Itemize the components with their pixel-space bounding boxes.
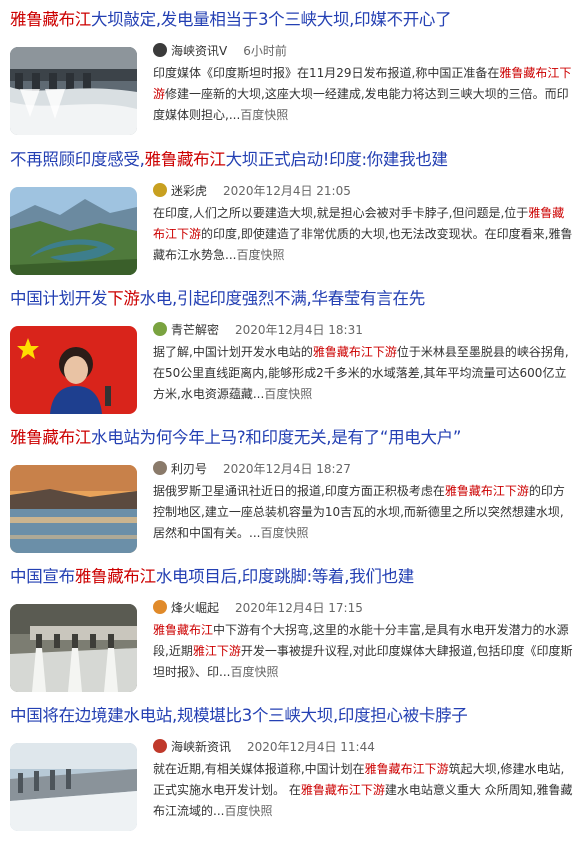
abstract-highlight: 雅鲁藏布江下游 xyxy=(444,484,529,498)
cache-link[interactable]: 百度快照 xyxy=(264,387,312,401)
result-title-link[interactable]: 雅鲁藏布江水电站为何今年上马?和印度无关,是有了“用电大户” xyxy=(10,426,461,450)
result-thumbnail[interactable] xyxy=(10,604,137,692)
abstract-highlight: 雅鲁藏布江下游 xyxy=(364,762,449,776)
result-source: 利刃号 2020年12月4日 18:27 xyxy=(153,459,351,479)
source-name[interactable]: 迷彩虎 xyxy=(171,184,207,198)
source-avatar-icon xyxy=(153,739,167,753)
result-source: 青芒解密 2020年12月4日 18:31 xyxy=(153,320,363,340)
cache-link[interactable]: 百度快照 xyxy=(260,526,308,540)
result-title-link[interactable]: 中国宣布雅鲁藏布江水电项目后,印度跳脚:等着,我们也建 xyxy=(10,565,414,589)
result-source: 迷彩虎 2020年12月4日 21:05 xyxy=(153,181,351,201)
result-thumbnail[interactable] xyxy=(10,47,137,135)
search-result: 雅鲁藏布江水电站为何今年上马?和印度无关,是有了“用电大户” 利刃号 2020年1… xyxy=(0,426,587,565)
search-result: 雅鲁藏布江大坝敲定,发电量相当于3个三峡大坝,印媒不开心了 海峡资讯V 6小时前 … xyxy=(0,8,587,147)
source-date: 6小时前 xyxy=(243,44,287,58)
abstract-text: 在印度,人们之所以要建造大坝,就是担心会被对手卡脖子,但问题是,位于 xyxy=(153,206,529,220)
result-title-link[interactable]: 中国计划开发下游水电,引起印度强烈不满,华春莹有言在先 xyxy=(10,287,425,311)
source-name[interactable]: 青芒解密 xyxy=(171,323,219,337)
title-highlight: 下游 xyxy=(107,289,140,308)
source-name[interactable]: 海峡资讯V xyxy=(171,44,227,58)
source-date: 2020年12月4日 11:44 xyxy=(247,740,375,754)
result-abstract: 印度媒体《印度斯坦时报》在11月29日发布报道,称中国正准备在雅鲁藏布江下游修建… xyxy=(153,63,573,126)
result-title-link[interactable]: 中国将在边境建水电站,规模堪比3个三峡大坝,印度担心被卡脖子 xyxy=(10,704,468,728)
title-text: 不再照顾印度感受, xyxy=(10,150,145,169)
source-date: 2020年12月4日 18:31 xyxy=(235,323,363,337)
title-text: 中国宣布 xyxy=(10,567,75,586)
abstract-highlight: 雅江下游 xyxy=(192,644,241,658)
source-date: 2020年12月4日 17:15 xyxy=(235,601,363,615)
result-title-link[interactable]: 不再照顾印度感受,雅鲁藏布江大坝正式启动!印度:你建我也建 xyxy=(10,148,448,172)
source-avatar-icon xyxy=(153,43,167,57)
abstract-text: 印度媒体《印度斯坦时报》在11月29日发布报道,称中国正准备在 xyxy=(153,66,500,80)
title-text: 中国将在边境建水电站,规模堪比3个三峡大坝,印度担心被卡脖子 xyxy=(10,706,468,725)
title-highlight: 雅鲁藏布江 xyxy=(10,428,92,447)
source-date: 2020年12月4日 21:05 xyxy=(223,184,351,198)
title-text: 大坝正式启动!印度:你建我也建 xyxy=(225,150,448,169)
result-abstract: 雅鲁藏布江中下游有个大拐弯,这里的水能十分丰富,是具有水电开发潜力的水源段,近期… xyxy=(153,620,573,683)
result-thumbnail[interactable] xyxy=(10,743,137,831)
source-name[interactable]: 利刃号 xyxy=(171,462,207,476)
source-date: 2020年12月4日 18:27 xyxy=(223,462,351,476)
result-abstract: 据了解,中国计划开发水电站的雅鲁藏布江下游位于米林县至墨脱县的峡谷拐角,在50公… xyxy=(153,342,573,405)
cache-link[interactable]: 百度快照 xyxy=(236,248,284,262)
abstract-text: 据了解,中国计划开发水电站的 xyxy=(153,345,313,359)
abstract-highlight: 雅鲁藏布江下游 xyxy=(312,345,397,359)
abstract-text: 的印度,即使建造了非常优质的大坝,也无法改变现状。在印度看来,雅鲁藏布江水势急.… xyxy=(153,227,573,262)
title-highlight: 雅鲁藏布江 xyxy=(144,150,226,169)
abstract-highlight: 雅鲁藏布江 xyxy=(153,623,214,637)
result-source: 烽火崛起 2020年12月4日 17:15 xyxy=(153,598,363,618)
title-text: 水电项目后,印度跳脚:等着,我们也建 xyxy=(155,567,414,586)
result-thumbnail[interactable] xyxy=(10,465,137,553)
result-source: 海峡新资讯 2020年12月4日 11:44 xyxy=(153,737,375,757)
title-highlight: 雅鲁藏布江 xyxy=(10,10,92,29)
source-avatar-icon xyxy=(153,322,167,336)
abstract-text: 修建一座新的大坝,这座大坝一经建成,发电能力将达到三峡大坝的三倍。而印度媒体则担… xyxy=(153,87,569,122)
result-source: 海峡资讯V 6小时前 xyxy=(153,41,287,61)
source-name[interactable]: 海峡新资讯 xyxy=(171,740,231,754)
search-result: 不再照顾印度感受,雅鲁藏布江大坝正式启动!印度:你建我也建 迷彩虎 2020年12… xyxy=(0,148,587,287)
result-abstract: 在印度,人们之所以要建造大坝,就是担心会被对手卡脖子,但问题是,位于雅鲁藏布江下… xyxy=(153,203,573,266)
source-name[interactable]: 烽火崛起 xyxy=(171,601,219,615)
result-thumbnail[interactable] xyxy=(10,187,137,275)
source-avatar-icon xyxy=(153,183,167,197)
title-text: 水电站为何今年上马?和印度无关,是有了“用电大户” xyxy=(91,428,462,447)
result-thumbnail[interactable] xyxy=(10,326,137,414)
title-text: 大坝敲定,发电量相当于3个三峡大坝,印媒不开心了 xyxy=(91,10,452,29)
result-abstract: 据俄罗斯卫星通讯社近日的报道,印度方面正积极考虑在雅鲁藏布江下游的印方控制地区,… xyxy=(153,481,573,544)
title-highlight: 雅鲁藏布江 xyxy=(74,567,156,586)
search-result: 中国宣布雅鲁藏布江水电项目后,印度跳脚:等着,我们也建 烽火崛起 2020年12月… xyxy=(0,565,587,704)
source-avatar-icon xyxy=(153,461,167,475)
search-result: 中国计划开发下游水电,引起印度强烈不满,华春莹有言在先 青芒解密 2020年12月… xyxy=(0,287,587,426)
abstract-text: 据俄罗斯卫星通讯社近日的报道,印度方面正积极考虑在 xyxy=(153,484,445,498)
result-title-link[interactable]: 雅鲁藏布江大坝敲定,发电量相当于3个三峡大坝,印媒不开心了 xyxy=(10,8,452,32)
abstract-text: 就在近期,有相关媒体报道称,中国计划在 xyxy=(153,762,365,776)
source-avatar-icon xyxy=(153,600,167,614)
cache-link[interactable]: 百度快照 xyxy=(240,108,288,122)
cache-link[interactable]: 百度快照 xyxy=(230,665,278,679)
title-text: 水电,引起印度强烈不满,华春莹有言在先 xyxy=(139,289,426,308)
search-result: 中国将在边境建水电站,规模堪比3个三峡大坝,印度担心被卡脖子 海峡新资讯 2020… xyxy=(0,704,587,843)
abstract-highlight: 雅鲁藏布江下游 xyxy=(300,783,385,797)
result-abstract: 就在近期,有相关媒体报道称,中国计划在雅鲁藏布江下游筑起大坝,修建水电站,正式实… xyxy=(153,759,573,822)
title-text: 中国计划开发 xyxy=(10,289,108,308)
